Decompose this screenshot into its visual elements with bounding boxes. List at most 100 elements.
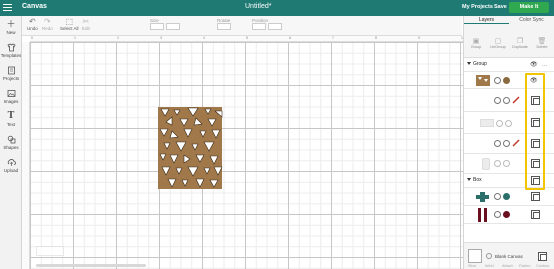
redo-icon: ↷ (44, 17, 51, 26)
edit-toolbar: ↶ Undo ↷ Redo ⬚ Select All ✂ Edit Size R… (22, 16, 462, 36)
trash-icon: 🗑 (537, 38, 547, 45)
color-swatch[interactable] (503, 193, 510, 200)
panel-tabs: Layers Color Sync (464, 16, 554, 25)
color-swatch[interactable] (503, 77, 510, 84)
fill-icon[interactable] (503, 140, 510, 147)
new-button[interactable]: ＋ New (0, 19, 22, 36)
weld-button[interactable]: Weld (485, 264, 494, 268)
pattern-thumbnail-icon (476, 75, 490, 86)
ungroup-icon: ▢ (494, 38, 502, 45)
image-icon (7, 89, 16, 98)
ruler-tick-label: 7 (332, 36, 334, 40)
shirt-icon (6, 43, 16, 52)
more-icon[interactable]: ··· (542, 63, 547, 69)
height-input[interactable] (166, 23, 180, 30)
linetype-icon[interactable] (494, 160, 501, 167)
highlight-annotation (525, 73, 545, 190)
shape-thumbnail-icon (480, 119, 494, 127)
fill-icon[interactable] (503, 97, 510, 104)
edit-menu-button[interactable]: ✂ Edit (82, 18, 90, 32)
shapes-label: Shapes (3, 145, 19, 150)
fill-icon[interactable] (503, 160, 510, 167)
ruler-tick-label: 6 (289, 36, 291, 40)
edit-label: Edit (82, 26, 90, 31)
shapes-button[interactable]: Shapes (0, 135, 22, 150)
layer-tools: ▣ Group ▢ UnGroup ❐ Duplicate 🗑 Delete (464, 26, 554, 58)
save-button[interactable]: Save (494, 4, 507, 10)
horizontal-scrollbar[interactable] (36, 264, 146, 267)
contour-button[interactable]: Contour (536, 264, 550, 268)
images-button[interactable]: Images (0, 89, 22, 104)
linetype-icon[interactable] (494, 193, 501, 200)
group-layer-name: Group (473, 61, 487, 67)
app-brand: Canvas (22, 3, 47, 10)
select-all-button[interactable]: ⬚ Select All (60, 18, 79, 32)
redo-label: Redo (42, 26, 53, 31)
text-button[interactable]: T Text (0, 112, 22, 128)
hamburger-menu-icon[interactable] (3, 3, 12, 12)
duplicate-label: Duplicate (512, 45, 528, 49)
group-button[interactable]: ▣ Group (466, 38, 486, 49)
fill-icon[interactable] (505, 120, 512, 127)
my-projects-link[interactable]: My Projects (462, 4, 493, 10)
design-space-app: Canvas Untitled* My Projects Save Make I… (0, 0, 554, 269)
ungroup-button[interactable]: ▢ UnGroup (488, 38, 508, 49)
text-label: Text (6, 122, 16, 127)
hide-contour-icon[interactable] (531, 192, 540, 201)
color-swatch[interactable] (503, 211, 510, 218)
new-label: New (6, 30, 16, 35)
delete-button[interactable]: 🗑 Delete (532, 38, 552, 49)
plus-shape-thumbnail-icon (476, 192, 489, 202)
zoom-control[interactable] (36, 246, 64, 256)
projects-button[interactable]: Projects (0, 66, 22, 81)
y-input[interactable] (268, 23, 282, 30)
project-title: Untitled* (245, 3, 272, 10)
linetype-icon[interactable] (496, 120, 503, 127)
ruler-tick-label: 4 (203, 36, 205, 40)
width-input[interactable] (150, 23, 164, 30)
design-canvas[interactable]: 012345678910 (22, 36, 463, 269)
collapse-triangle-icon[interactable] (467, 178, 471, 181)
x-input[interactable] (252, 23, 266, 30)
app-header: Canvas Untitled* My Projects Save Make I… (0, 0, 554, 16)
shape-thumbnail-icon (482, 158, 490, 170)
pen-icon[interactable] (512, 139, 520, 147)
upload-button[interactable]: Upload (0, 158, 22, 173)
hide-contour-icon[interactable] (531, 210, 540, 219)
ungroup-label: UnGroup (490, 45, 506, 49)
slice-button[interactable]: Slice (468, 264, 476, 268)
tab-color-sync[interactable]: Color Sync (509, 17, 554, 23)
shapes-icon (7, 135, 16, 144)
layer-item-row[interactable] (464, 206, 554, 224)
make-it-button[interactable]: Make It (509, 2, 549, 13)
linetype-icon[interactable] (494, 97, 501, 104)
group-label: Group (470, 45, 482, 49)
size-controls: Size (150, 18, 182, 30)
rotate-input[interactable] (217, 23, 231, 30)
redo-button[interactable]: ↷ Redo (42, 17, 53, 32)
projects-label: Projects (2, 76, 20, 81)
ruler-tick-label: 8 (375, 36, 377, 40)
duplicate-button[interactable]: ❐ Duplicate (510, 38, 530, 49)
pen-icon[interactable] (512, 96, 520, 104)
layer-group-row[interactable]: Group 👁 ··· (464, 58, 554, 72)
attach-button[interactable]: Attach (502, 264, 513, 268)
plus-icon: ＋ (6, 19, 16, 29)
linetype-icon[interactable] (494, 211, 501, 218)
collapse-triangle-icon[interactable] (467, 62, 471, 65)
delete-label: Delete (536, 45, 548, 49)
upload-label: Upload (3, 168, 19, 173)
duplicate-icon: ❐ (516, 38, 524, 45)
tab-layers[interactable]: Layers (464, 17, 509, 24)
templates-button[interactable]: Templates (0, 43, 22, 58)
layer-item-row[interactable] (464, 188, 554, 206)
eye-icon[interactable]: 👁 (530, 61, 538, 68)
left-toolbar: ＋ New Templates Projects Images T Text S… (0, 16, 22, 269)
triangle-pattern-design[interactable] (158, 107, 224, 189)
panel-bottom-tools: Slice Weld Attach Flatten Contour (464, 259, 554, 269)
undo-button[interactable]: ↶ Undo (27, 18, 38, 32)
ruler-tick-label: 1 (74, 36, 76, 40)
linetype-icon[interactable] (494, 140, 501, 147)
flatten-button[interactable]: Flatten (519, 264, 531, 268)
weld-icon[interactable] (494, 77, 501, 84)
